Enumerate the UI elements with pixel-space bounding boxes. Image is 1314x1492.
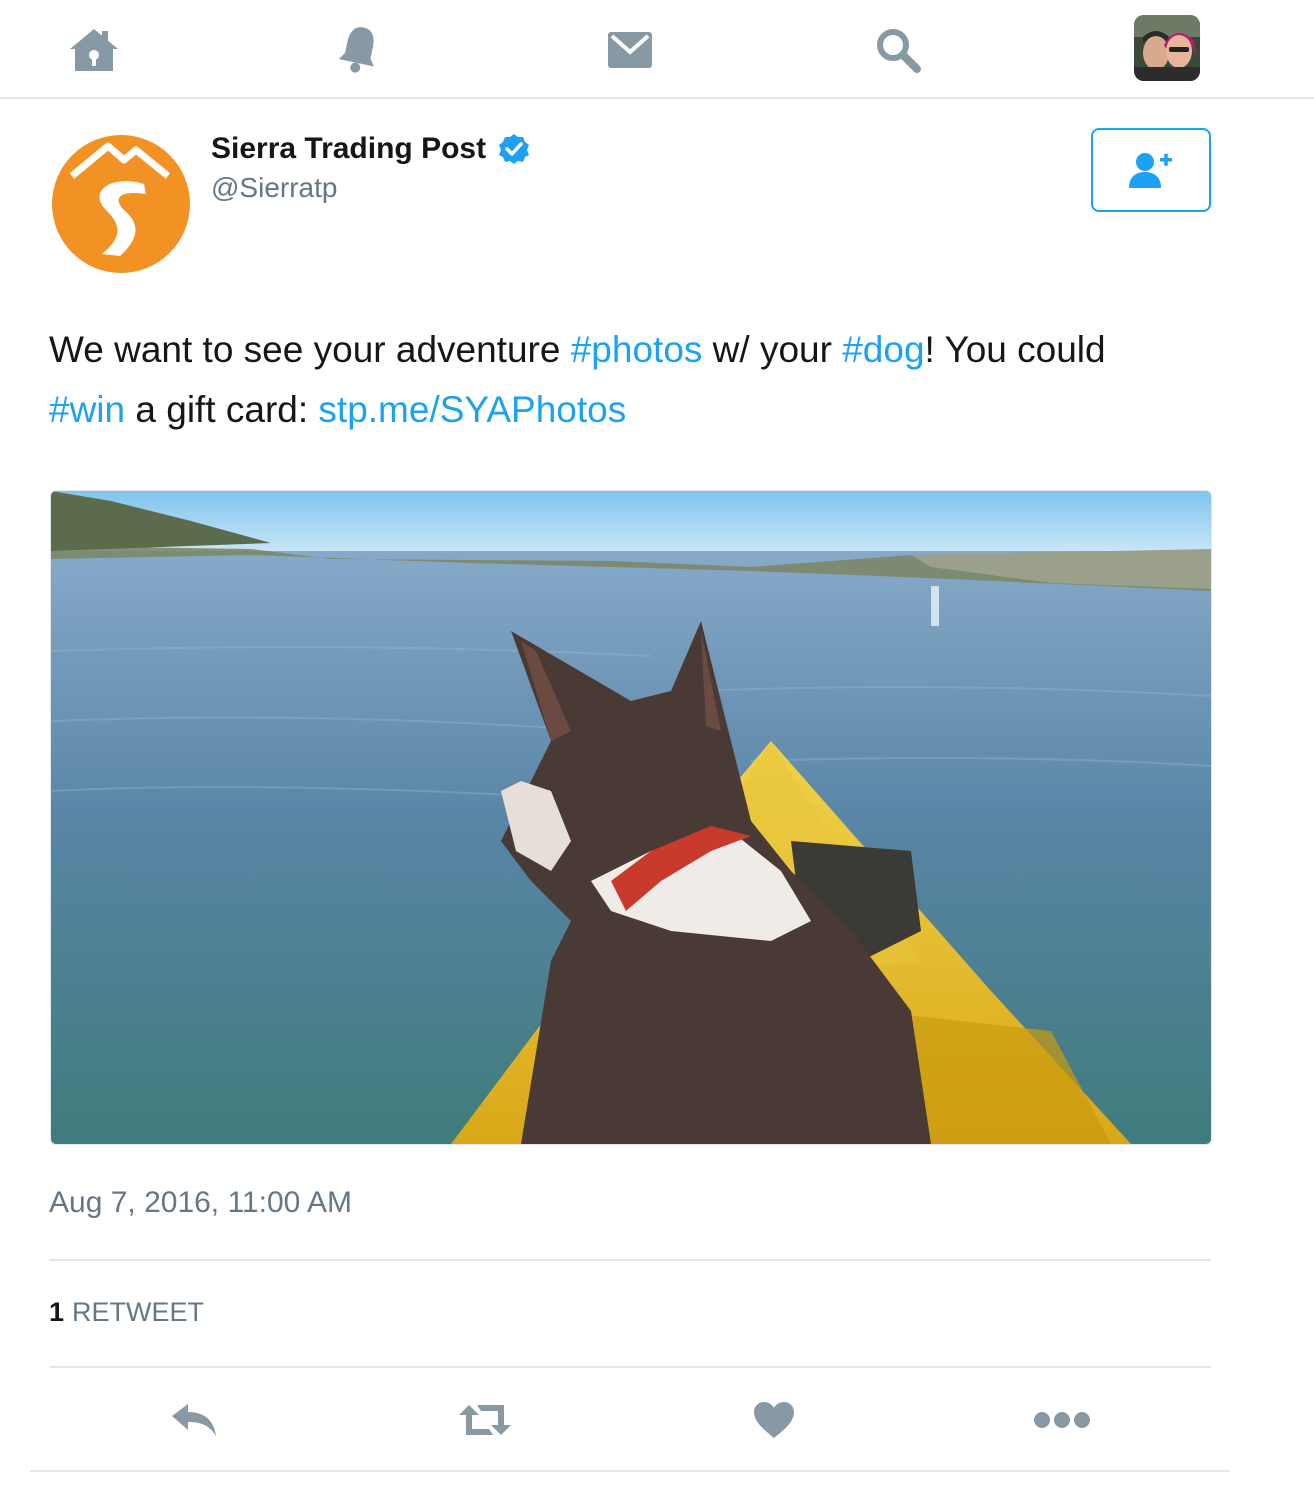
reply-button[interactable] [162,1390,226,1450]
tweet-text-part: w/ your [702,329,843,370]
top-navigation [0,0,1314,99]
author-name-row: Sierra Trading Post [211,128,530,170]
hashtag-photos[interactable]: #photos [571,329,703,370]
dog-in-kayak-photo [51,491,1211,1144]
search-icon [877,29,921,73]
sierra-logo [52,135,190,273]
hashtag-dog[interactable]: #dog [842,329,924,370]
home-tab[interactable] [62,18,126,82]
search-tab[interactable] [866,18,930,82]
mail-icon [608,32,652,68]
like-button[interactable] [742,1390,806,1450]
author-name[interactable]: Sierra Trading Post [211,132,486,166]
tweet-text-part: We want to see your adventure [49,329,571,370]
home-icon [70,29,118,71]
retweet-icon [459,1405,511,1435]
more-icon [1034,1412,1090,1428]
hashtag-win[interactable]: #win [49,389,125,430]
tweet-photo[interactable] [50,490,1212,1145]
reply-icon [172,1404,216,1436]
divider [49,1259,1211,1261]
tweet-link[interactable]: stp.me/SYAPhotos [318,389,626,430]
tweet-text-part: a gift card: [125,389,319,430]
retweet-count: 1 [49,1297,65,1327]
divider [49,1366,1211,1368]
retweet-button[interactable] [453,1390,517,1450]
heart-icon [754,1402,794,1438]
follow-button[interactable] [1091,128,1211,212]
tweet-text: We want to see your adventure #photos w/… [49,320,1219,440]
divider [30,1470,1230,1472]
bell-icon [338,27,374,73]
retweet-stats[interactable]: 1 RETWEET [49,1297,204,1328]
author-handle[interactable]: @Sierratp [211,172,337,204]
avatar-photo [1134,15,1200,81]
more-button[interactable] [1030,1390,1094,1450]
messages-tab[interactable] [598,18,662,82]
retweet-label: RETWEET [72,1297,205,1327]
tweet-timestamp: Aug 7, 2016, 11:00 AM [49,1186,353,1219]
notifications-tab[interactable] [327,18,391,82]
tweet-text-part: ! You could [924,329,1106,370]
profile-avatar[interactable] [1134,15,1200,81]
add-user-icon [1129,153,1172,188]
author-avatar[interactable] [50,132,192,274]
verified-badge-icon [499,134,530,164]
